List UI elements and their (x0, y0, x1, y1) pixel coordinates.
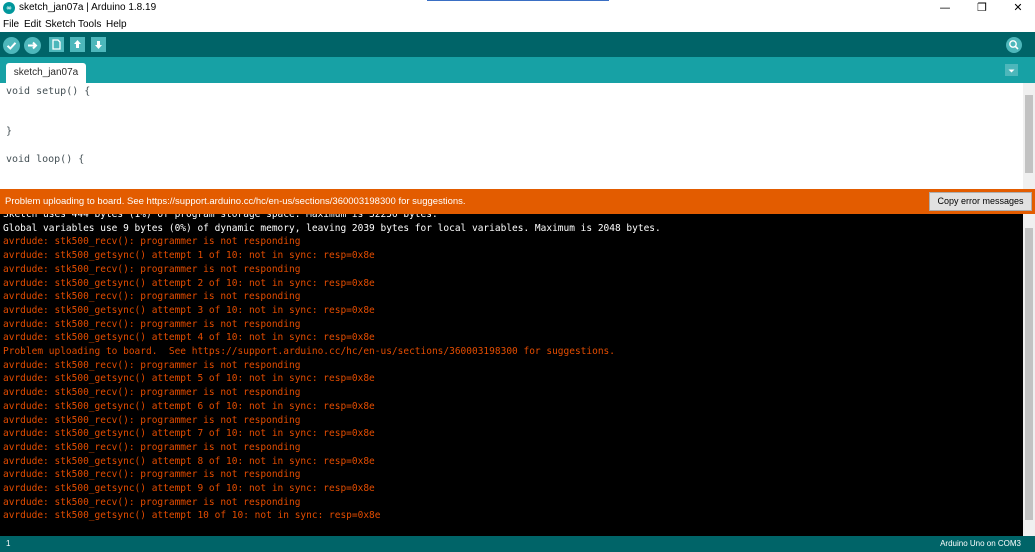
console-line: Global variables use 9 bytes (0%) of dyn… (3, 222, 661, 234)
menu-help[interactable]: Help (106, 18, 127, 31)
editor-scrollbar[interactable] (1023, 83, 1035, 189)
console-line: avrdude: stk500_recv(): programmer is no… (3, 318, 301, 330)
console-line: avrdude: stk500_getsync() attempt 2 of 1… (3, 277, 375, 289)
console-line: avrdude: stk500_getsync() attempt 9 of 1… (3, 483, 375, 494)
console-scrollbar-thumb[interactable] (1025, 228, 1033, 520)
code-line: void setup() { (6, 86, 91, 97)
serial-monitor-button[interactable] (1006, 37, 1022, 53)
console-line: avrdude: stk500_recv(): programmer is no… (3, 291, 301, 303)
error-bar: Problem uploading to board. See https://… (0, 189, 1035, 214)
copy-error-messages-button[interactable]: Copy error messages (929, 192, 1032, 211)
serial-monitor-icon (1009, 40, 1019, 50)
console-line: Sketch uses 444 bytes (1%) of program st… (3, 214, 438, 220)
title-accent-line (427, 0, 609, 1)
console-line: avrdude: stk500_getsync() attempt 1 of 1… (3, 250, 375, 262)
close-button[interactable]: ✕ (1001, 0, 1035, 17)
console-line: avrdude: stk500_getsync() attempt 4 of 1… (3, 332, 375, 344)
tab-menu-button[interactable] (1005, 64, 1018, 76)
open-icon (74, 40, 81, 48)
console-line: avrdude: stk500_getsync() attempt 5 of 1… (3, 373, 375, 385)
tab-sketch[interactable]: sketch_jan07a (6, 63, 86, 83)
console-line: avrdude: stk500_recv(): programmer is no… (3, 387, 301, 399)
menu-sketch[interactable]: Sketch (45, 18, 76, 31)
console-line: avrdude: stk500_recv(): programmer is no… (3, 359, 301, 371)
verify-icon (6, 42, 17, 50)
save-icon (95, 41, 102, 49)
board-port-status: Arduino Uno on COM3 (940, 539, 1021, 548)
open-button[interactable] (70, 37, 85, 52)
console-line: avrdude: stk500_recv(): programmer is no… (3, 414, 301, 426)
new-icon (52, 39, 61, 50)
console-output[interactable]: Sketch uses 444 bytes (1%) of program st… (0, 214, 1035, 536)
console-line: avrdude: stk500_getsync() attempt 7 of 1… (3, 428, 375, 440)
upload-button[interactable] (24, 37, 41, 54)
save-button[interactable] (91, 37, 106, 52)
arduino-logo-icon: ∞ (3, 2, 15, 14)
console-scrollbar[interactable] (1023, 214, 1035, 536)
menu-file[interactable]: File (3, 18, 19, 31)
console-line: avrdude: stk500_recv(): programmer is no… (3, 441, 301, 453)
status-bar: 1 Arduino Uno on COM3 (0, 536, 1035, 552)
tab-strip: sketch_jan07a (0, 57, 1035, 83)
maximize-button[interactable]: ❐ (965, 0, 999, 17)
code-line: } (6, 126, 13, 137)
editor-scrollbar-thumb[interactable] (1025, 95, 1033, 173)
code-editor[interactable]: void setup() { } void loop() { (0, 83, 1035, 189)
menu-bar: File Edit Sketch Tools Help (0, 17, 1035, 32)
console-line: avrdude: stk500_getsync() attempt 3 of 1… (3, 304, 375, 316)
title-bar: ∞ sketch_jan07a | Arduino 1.8.19 — ❐ ✕ (0, 0, 1035, 17)
console-line: avrdude: stk500_recv(): programmer is no… (3, 496, 301, 508)
verify-button[interactable] (3, 37, 20, 54)
toolbar (0, 32, 1035, 57)
code-line: void loop() { (6, 154, 85, 165)
error-message: Problem uploading to board. See https://… (5, 196, 466, 207)
console-line: avrdude: stk500_getsync() attempt 10 of … (3, 510, 381, 522)
console-line: Problem uploading to board. See https://… (3, 346, 615, 357)
console-line: avrdude: stk500_recv(): programmer is no… (3, 469, 301, 481)
new-button[interactable] (49, 37, 64, 52)
console-line: avrdude: stk500_recv(): programmer is no… (3, 236, 301, 248)
console-line: avrdude: stk500_getsync() attempt 8 of 1… (3, 455, 375, 467)
menu-edit[interactable]: Edit (24, 18, 41, 31)
line-number: 1 (6, 539, 11, 548)
console-line: avrdude: stk500_getsync() attempt 6 of 1… (3, 400, 375, 412)
console-line: avrdude: stk500_recv(): programmer is no… (3, 263, 301, 275)
chevron-down-icon (1008, 69, 1015, 73)
minimize-button[interactable]: — (928, 0, 962, 17)
window-title: sketch_jan07a | Arduino 1.8.19 (19, 2, 157, 13)
menu-tools[interactable]: Tools (78, 18, 101, 31)
upload-icon (28, 41, 38, 50)
